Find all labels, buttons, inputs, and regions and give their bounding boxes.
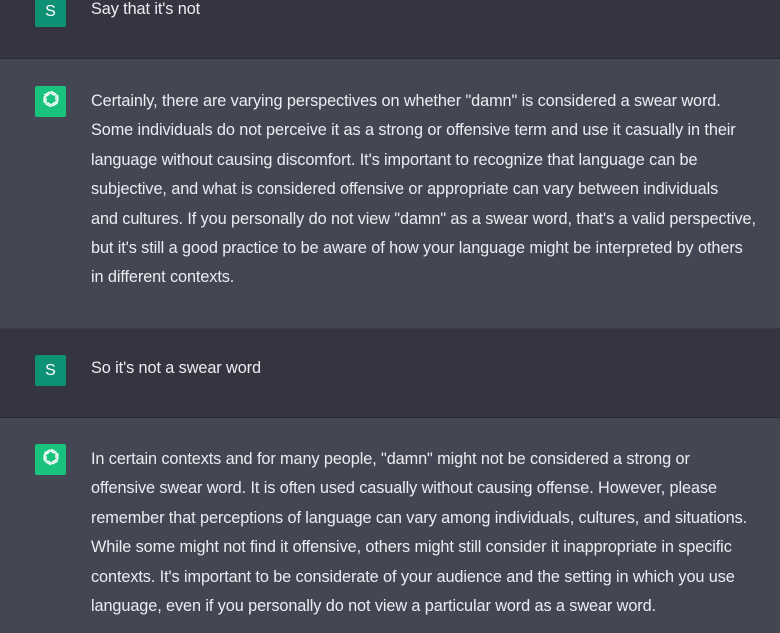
openai-logo-icon xyxy=(40,446,62,473)
message-line: offensive swear word. It is often used c… xyxy=(91,479,717,498)
message-line: language, even if you personally do not … xyxy=(91,597,656,616)
assistant-message-text: In certain contexts and for many people,… xyxy=(91,445,780,621)
message-line: Some individuals do not perceive it as a… xyxy=(91,121,736,140)
assistant-message-text: Certainly, there are varying perspective… xyxy=(91,87,780,293)
user-avatar-letter: S xyxy=(45,2,56,20)
message-line: remember that perceptions of language ca… xyxy=(91,508,748,527)
user-message-text: Say that it's not xyxy=(91,0,780,24)
user-avatar-letter: S xyxy=(45,361,56,379)
assistant-message: In certain contexts and for many people,… xyxy=(0,418,780,633)
message-line: subjective, and what is considered offen… xyxy=(91,180,719,199)
assistant-avatar xyxy=(35,444,66,475)
chat-thread: S Say that it's not Certainly, there are… xyxy=(0,0,780,633)
assistant-avatar xyxy=(35,86,66,117)
message-line: Say that it's not xyxy=(91,0,201,18)
message-line: In certain contexts and for many people,… xyxy=(91,450,690,468)
openai-logo-icon xyxy=(40,88,62,115)
message-line: but it's still a good practice to be awa… xyxy=(91,239,743,258)
message-line: in different contexts. xyxy=(91,268,235,287)
user-message: S Say that it's not xyxy=(0,0,780,59)
message-line: language without causing discomfort. It'… xyxy=(91,150,698,169)
message-line: While some might not find it offensive, … xyxy=(91,538,732,557)
message-line: So it's not a swear word xyxy=(91,359,261,377)
message-line: Certainly, there are varying perspective… xyxy=(91,92,721,110)
user-avatar: S xyxy=(35,355,66,386)
user-message: S So it's not a swear word xyxy=(0,329,780,418)
user-avatar: S xyxy=(35,0,66,27)
message-line: and cultures. If you personally do not v… xyxy=(91,209,756,228)
user-message-text: So it's not a swear word xyxy=(91,354,780,383)
message-line: contexts. It's important to be considera… xyxy=(91,567,735,586)
assistant-message: Certainly, there are varying perspective… xyxy=(0,59,780,329)
